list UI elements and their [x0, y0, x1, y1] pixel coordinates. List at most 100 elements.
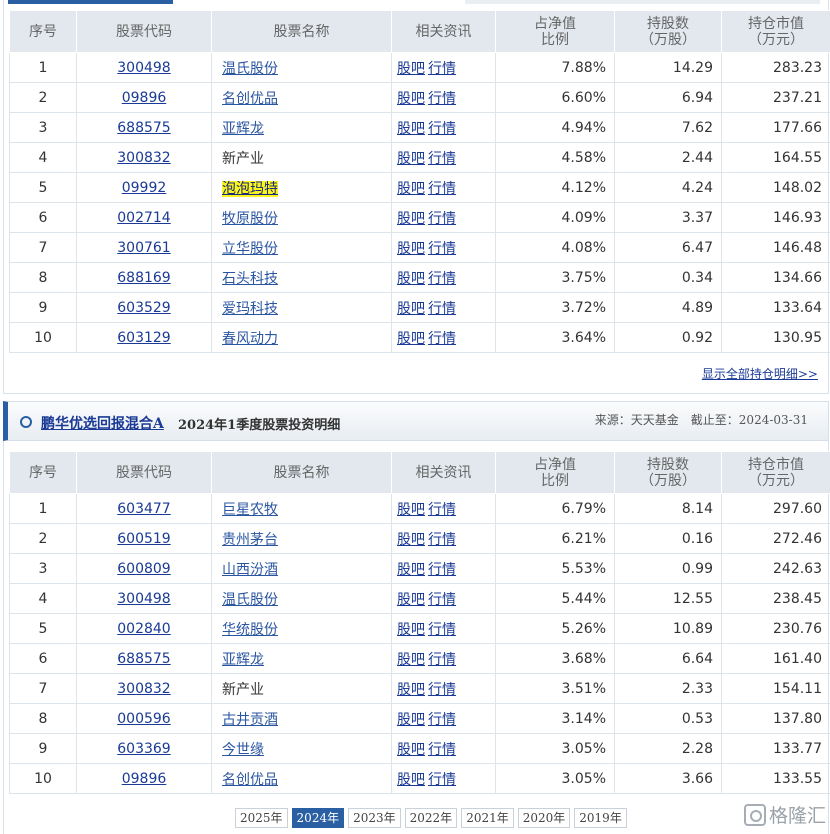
guba-link[interactable]: 股吧 [397, 181, 425, 197]
stock-code-link[interactable]: 600809 [117, 561, 170, 577]
year-tab[interactable]: 2019年 [574, 808, 627, 828]
quote-link[interactable]: 行情 [428, 151, 456, 167]
stock-code-link[interactable]: 002714 [117, 210, 170, 226]
stock-name-cell: 温氏股份 [211, 52, 392, 83]
quote-link[interactable]: 行情 [428, 301, 456, 317]
stock-name-link[interactable]: 爱玛科技 [222, 301, 278, 317]
stock-name-link[interactable]: 新产业 [222, 151, 264, 167]
quote-link[interactable]: 行情 [428, 241, 456, 257]
quote-link[interactable]: 行情 [428, 271, 456, 287]
guba-link[interactable]: 股吧 [397, 211, 425, 227]
guba-link[interactable]: 股吧 [397, 151, 425, 167]
year-tab[interactable]: 2025年 [235, 808, 288, 828]
stock-code-link[interactable]: 600519 [117, 531, 170, 547]
stock-name-link[interactable]: 华统股份 [222, 622, 278, 638]
quote-link[interactable]: 行情 [428, 502, 456, 518]
quote-link[interactable]: 行情 [428, 331, 456, 347]
quote-link[interactable]: 行情 [428, 181, 456, 197]
stock-code-link[interactable]: 300761 [117, 240, 170, 256]
quote-link[interactable]: 行情 [428, 682, 456, 698]
stock-code-link[interactable]: 603529 [117, 300, 170, 316]
year-tab[interactable]: 2021年 [461, 808, 514, 828]
net-value-ratio: 6.60% [495, 82, 615, 113]
table-row: 7 300761 立华股份 股吧 行情 4.08% 6.47 146.48 [9, 232, 830, 263]
quote-link[interactable]: 行情 [428, 562, 456, 578]
stock-code-link[interactable]: 09896 [122, 90, 167, 106]
stock-code-link[interactable]: 300498 [117, 60, 170, 76]
stock-name-link[interactable]: 山西汾酒 [222, 562, 278, 578]
guba-link[interactable]: 股吧 [397, 562, 425, 578]
guba-link[interactable]: 股吧 [397, 121, 425, 137]
guba-link[interactable]: 股吧 [397, 241, 425, 257]
stock-code-link[interactable]: 000596 [117, 711, 170, 727]
stock-code-link[interactable]: 688575 [117, 651, 170, 667]
stock-name-cell: 名创优品 [211, 763, 392, 794]
stock-name-link[interactable]: 新产业 [222, 682, 264, 698]
quote-link[interactable]: 行情 [428, 532, 456, 548]
guba-link[interactable]: 股吧 [397, 772, 425, 788]
stock-name-link[interactable]: 亚辉龙 [222, 121, 264, 137]
stock-name-link[interactable]: 贵州茅台 [222, 532, 278, 548]
guba-link[interactable]: 股吧 [397, 592, 425, 608]
stock-name-link[interactable]: 古井贡酒 [222, 712, 278, 728]
stock-name-link[interactable]: 石头科技 [222, 271, 278, 287]
show-all-holdings-link[interactable]: 显示全部持仓明细>> [702, 365, 818, 382]
year-tab[interactable]: 2022年 [404, 808, 458, 828]
stock-code-link[interactable]: 603369 [117, 741, 170, 757]
column-header: 持股数 （万股） [614, 10, 722, 53]
row-number: 4 [9, 142, 77, 173]
net-value-ratio: 3.05% [495, 763, 615, 794]
guba-link[interactable]: 股吧 [397, 652, 425, 668]
stock-code-link[interactable]: 300832 [117, 681, 170, 697]
stock-code-link[interactable]: 603129 [117, 330, 170, 346]
stock-name-link[interactable]: 今世缘 [222, 742, 264, 758]
guba-link[interactable]: 股吧 [397, 301, 425, 317]
stock-code-link[interactable]: 09896 [122, 771, 167, 787]
stock-name-link[interactable]: 立华股份 [222, 241, 278, 257]
guba-link[interactable]: 股吧 [397, 91, 425, 107]
stock-name-link[interactable]: 牧原股份 [222, 211, 278, 227]
row-number: 6 [9, 643, 77, 674]
stock-code-link[interactable]: 688169 [117, 270, 170, 286]
guba-link[interactable]: 股吧 [397, 622, 425, 638]
guba-link[interactable]: 股吧 [397, 502, 425, 518]
guba-link[interactable]: 股吧 [397, 331, 425, 347]
quote-link[interactable]: 行情 [428, 61, 456, 77]
year-tab[interactable]: 2020年 [517, 808, 571, 828]
stock-name-link[interactable]: 温氏股份 [222, 592, 278, 608]
guba-link[interactable]: 股吧 [397, 61, 425, 77]
quote-link[interactable]: 行情 [428, 772, 456, 788]
guba-link[interactable]: 股吧 [397, 742, 425, 758]
stock-code-link[interactable]: 300832 [117, 150, 170, 166]
quote-link[interactable]: 行情 [428, 211, 456, 227]
quote-link[interactable]: 行情 [428, 622, 456, 638]
row-number: 9 [9, 292, 77, 323]
quote-link[interactable]: 行情 [428, 121, 456, 137]
stock-name-link[interactable]: 春风动力 [222, 331, 278, 347]
stock-name-link[interactable]: 亚辉龙 [222, 652, 264, 668]
quote-link[interactable]: 行情 [428, 652, 456, 668]
stock-name-link[interactable]: 巨星农牧 [222, 502, 278, 518]
guba-link[interactable]: 股吧 [397, 712, 425, 728]
quote-link[interactable]: 行情 [428, 91, 456, 107]
guba-link[interactable]: 股吧 [397, 271, 425, 287]
quote-link[interactable]: 行情 [428, 742, 456, 758]
stock-name-link[interactable]: 温氏股份 [222, 61, 278, 77]
net-value-ratio: 4.12% [495, 172, 615, 203]
guba-link[interactable]: 股吧 [397, 682, 425, 698]
year-tab[interactable]: 2023年 [348, 808, 401, 828]
stock-code-link[interactable]: 688575 [117, 120, 170, 136]
stock-code-link[interactable]: 300498 [117, 591, 170, 607]
fund-name-link[interactable]: 鹏华优选回报混合A [41, 413, 164, 433]
quote-link[interactable]: 行情 [428, 712, 456, 728]
stock-code-link[interactable]: 09992 [122, 180, 167, 196]
year-tab[interactable]: 2024年 [291, 808, 345, 828]
stock-code-cell: 09896 [76, 82, 212, 113]
guba-link[interactable]: 股吧 [397, 532, 425, 548]
quote-link[interactable]: 行情 [428, 592, 456, 608]
stock-name-link[interactable]: 名创优品 [222, 772, 278, 788]
stock-name-link[interactable]: 名创优品 [222, 91, 278, 107]
stock-code-link[interactable]: 002840 [117, 621, 170, 637]
stock-code-link[interactable]: 603477 [117, 501, 170, 517]
stock-name-link[interactable]: 泡泡玛特 [222, 180, 278, 197]
